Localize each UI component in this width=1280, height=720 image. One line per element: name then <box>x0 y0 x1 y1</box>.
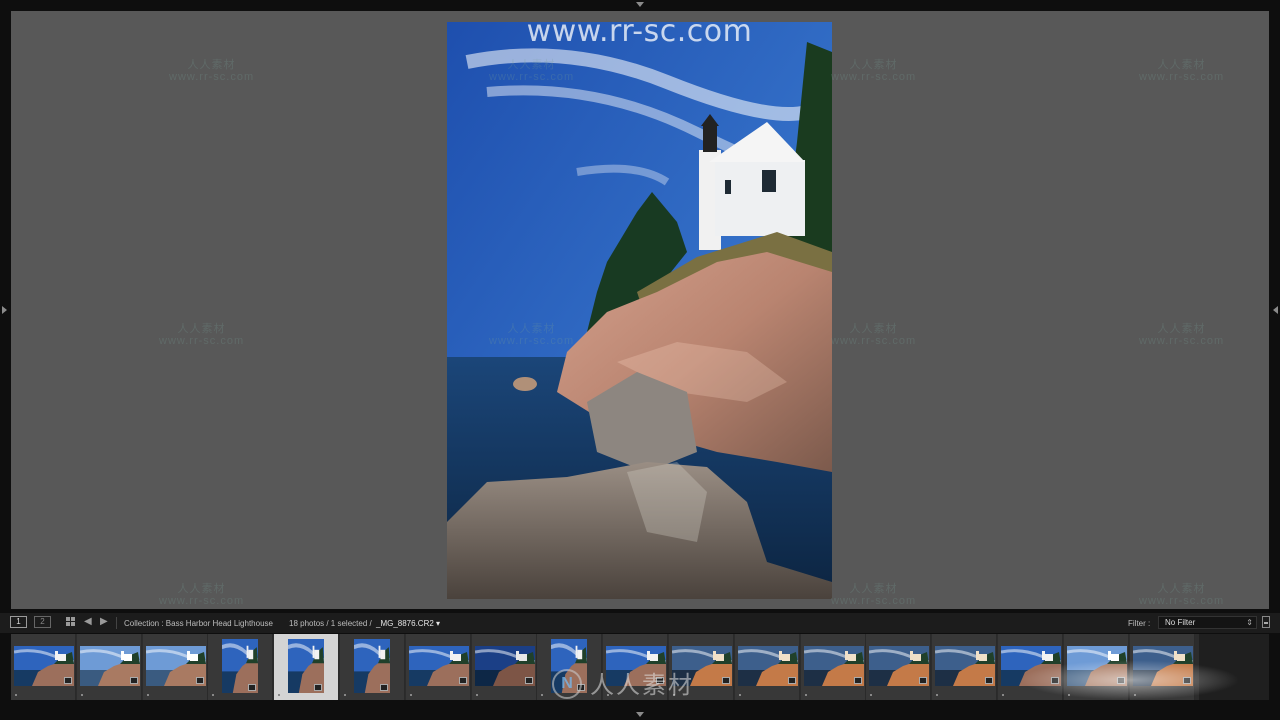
metadata-badge-icon <box>525 677 533 684</box>
filmstrip-cell[interactable] <box>208 634 273 700</box>
filmstrip-cell[interactable] <box>143 634 208 700</box>
secondary-monitor-button[interactable]: 2 <box>34 616 51 628</box>
primary-monitor-button[interactable]: 1 <box>10 616 27 628</box>
metadata-badge-icon <box>196 677 204 684</box>
filmstrip-cell[interactable] <box>406 634 471 700</box>
bottom-watermark: 人人素材 <box>590 671 694 699</box>
watermark-glow <box>1020 660 1240 700</box>
rating-dot-icon <box>147 694 149 696</box>
rating-dot-icon <box>344 694 346 696</box>
watermark-tile: 人人素材 www.rr-sc.com <box>489 323 575 347</box>
rating-dot-icon <box>1002 694 1004 696</box>
rating-dot-icon <box>805 694 807 696</box>
rating-dot-icon <box>212 694 214 696</box>
main-photo[interactable] <box>447 22 832 599</box>
arrow-left-icon[interactable]: ◀ <box>84 617 92 627</box>
selected-file-name: _MG_8876.CR2 <box>376 619 434 628</box>
grid-icon[interactable] <box>66 617 76 627</box>
updown-arrow-icon: ⇕ <box>1246 618 1253 627</box>
metadata-badge-icon <box>380 684 388 691</box>
metadata-badge-icon <box>722 677 730 684</box>
rating-dot-icon <box>936 694 938 696</box>
metadata-badge-icon <box>985 677 993 684</box>
watermark-logo: N <box>552 669 582 699</box>
lightroom-window: 人人素材 www.rr-sc.com 人人素材 www.rr-sc.com 人人素材… <box>0 0 1280 720</box>
metadata-badge-icon <box>459 677 467 684</box>
bottom-panel-toggle-icon[interactable] <box>636 712 644 717</box>
right-panel-toggle-icon[interactable] <box>1273 306 1278 314</box>
selected-file-dropdown[interactable]: _MG_8876.CR2 ▾ <box>376 619 440 628</box>
watermark-tile: 人人素材 www.rr-sc.com <box>159 583 245 607</box>
filter-label: Filter : <box>1128 619 1151 628</box>
watermark-tile: 人人素材 www.rr-sc.com <box>831 59 917 83</box>
watermark-tile: 人人素材 www.rr-sc.com <box>1139 323 1225 347</box>
metadata-badge-icon <box>788 677 796 684</box>
photo-count: 18 photos / 1 selected / <box>289 619 372 628</box>
filmstrip-cell[interactable] <box>11 634 76 700</box>
filter-lock-icon[interactable] <box>1262 616 1270 628</box>
filmstrip-cell[interactable] <box>801 634 866 700</box>
watermark-tile: 人人素材 www.rr-sc.com <box>169 59 255 83</box>
rating-dot-icon <box>541 694 543 696</box>
loupe-view: 人人素材 www.rr-sc.com 人人素材 www.rr-sc.com 人人素材… <box>11 11 1269 609</box>
filmstrip-cell[interactable] <box>735 634 800 700</box>
rating-dot-icon <box>739 694 741 696</box>
left-panel-toggle-icon[interactable] <box>2 306 7 314</box>
metadata-badge-icon <box>64 677 72 684</box>
metadata-badge-icon <box>248 684 256 691</box>
filmstrip-cell[interactable] <box>932 634 997 700</box>
rating-dot-icon <box>870 694 872 696</box>
metadata-badge-icon <box>130 677 138 684</box>
rating-dot-icon <box>410 694 412 696</box>
filter-value: No Filter <box>1165 618 1196 627</box>
arrow-right-icon[interactable]: ▶ <box>100 617 108 627</box>
top-panel-toggle-icon[interactable] <box>636 2 644 7</box>
chevron-down-icon: ▾ <box>433 619 441 628</box>
rating-dot-icon <box>476 694 478 696</box>
filmstrip-cell[interactable] <box>472 634 537 700</box>
filmstrip-cell[interactable] <box>274 634 339 700</box>
watermark-tile: 人人素材 www.rr-sc.com <box>831 583 917 607</box>
watermark-tile: 人人素材 www.rr-sc.com <box>1139 59 1225 83</box>
filmstrip-cell[interactable] <box>866 634 931 700</box>
site-watermark: www.rr-sc.com <box>526 14 753 49</box>
watermark-tile: 人人素材 www.rr-sc.com <box>831 323 917 347</box>
rating-dot-icon <box>81 694 83 696</box>
rating-dot-icon <box>278 694 280 696</box>
watermark-tile: 人人素材 www.rr-sc.com <box>1139 583 1225 607</box>
filmstrip-cell[interactable] <box>77 634 142 700</box>
toolbar-divider <box>116 617 117 629</box>
collection-label[interactable]: Collection : Bass Harbor Head Lighthouse <box>124 619 273 628</box>
metadata-badge-icon <box>314 684 322 691</box>
metadata-badge-icon <box>919 677 927 684</box>
filmstrip-cell[interactable] <box>340 634 405 700</box>
watermark-tile: 人人素材 www.rr-sc.com <box>489 59 575 83</box>
filmstrip-toolbar: 1 2 ◀ ▶ Collection : Bass Harbor Head Li… <box>0 613 1280 633</box>
metadata-badge-icon <box>854 677 862 684</box>
filter-select[interactable]: No Filter ⇕ <box>1158 616 1257 629</box>
rating-dot-icon <box>15 694 17 696</box>
watermark-tile: 人人素材 www.rr-sc.com <box>159 323 245 347</box>
